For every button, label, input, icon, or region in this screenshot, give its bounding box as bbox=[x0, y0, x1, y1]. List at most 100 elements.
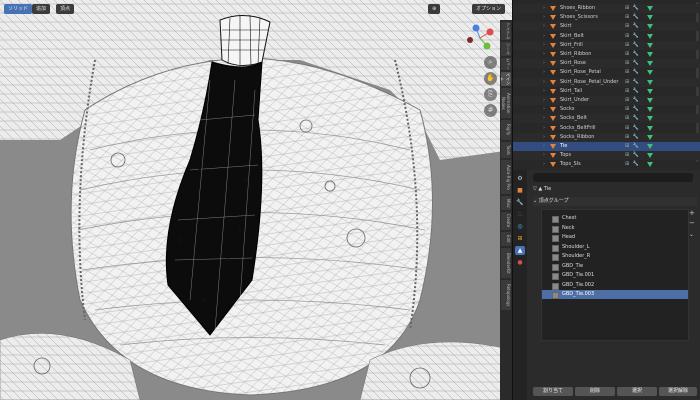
outliner-row[interactable]: › Socks ⊞ 🔧 bbox=[513, 105, 700, 114]
vertex-menu-button[interactable]: 頂点 bbox=[56, 4, 75, 14]
modifier-icon: ⊞ 🔧 bbox=[625, 69, 641, 76]
outliner-row[interactable]: › Tops ⊞ 🔧 bbox=[513, 151, 700, 161]
vertex-group-row[interactable]: Shoulder_L bbox=[542, 243, 688, 252]
vertex-group-row[interactable]: GBD_Tie.001 bbox=[542, 271, 688, 280]
mesh-object-icon bbox=[550, 33, 556, 39]
outliner-row[interactable]: › Skirt_Rose_Petal_Under ⊞ 🔧 bbox=[513, 77, 700, 87]
expand-icon[interactable]: › bbox=[543, 133, 545, 142]
expand-icon[interactable]: › bbox=[543, 13, 545, 22]
outliner-row[interactable]: › Skirt_Frill ⊞ 🔧 bbox=[513, 40, 700, 50]
vertex-group-list[interactable]: Chest Neck Head Shoulder_L Shoulder_R GBD_Tie… bbox=[541, 209, 689, 341]
3d-viewport[interactable]: ソリッド 追加 頂点 ⊕ オプション ⌕ ✋ ⎘ # アイテム ツール ビュー … bbox=[0, 0, 512, 400]
expand-icon[interactable]: › bbox=[543, 59, 545, 68]
expand-icon[interactable]: › bbox=[543, 87, 545, 96]
mesh-object-icon bbox=[550, 107, 556, 113]
vertex-group-row[interactable]: GBD_Tie.003 bbox=[542, 290, 688, 299]
expand-icon[interactable]: › bbox=[543, 151, 545, 160]
outliner-row[interactable]: › Socks_Belt ⊞ 🔧 bbox=[513, 114, 700, 124]
options-button[interactable]: オプション bbox=[472, 4, 506, 14]
tab-item[interactable]: アイテム bbox=[501, 22, 511, 40]
outliner-item-label: Skirt_Rose_Petal bbox=[560, 69, 601, 76]
expand-icon[interactable]: › bbox=[543, 68, 545, 77]
vertex-group-row[interactable]: Head bbox=[542, 233, 688, 242]
modifier-icon[interactable]: 🔧 bbox=[515, 198, 525, 207]
outliner-item-label: Tops bbox=[560, 152, 572, 159]
outliner-row[interactable]: › Skirt_Tail ⊞ 🔧 bbox=[513, 87, 700, 96]
outliner-row[interactable]: › Skirt_Under ⊞ 🔧 bbox=[513, 96, 700, 105]
tab-create[interactable]: Create bbox=[501, 212, 511, 230]
expand-icon[interactable]: › bbox=[543, 41, 545, 50]
mesh-object-icon bbox=[550, 98, 556, 103]
expand-icon[interactable]: › bbox=[543, 78, 545, 87]
expand-icon[interactable]: › bbox=[543, 50, 545, 59]
add-menu-button[interactable]: 追加 bbox=[32, 4, 51, 14]
select-button[interactable]: 選択 bbox=[617, 387, 657, 396]
navigation-gizmo[interactable] bbox=[462, 22, 498, 54]
object-icon[interactable]: ■ bbox=[515, 186, 525, 195]
xray-toggle-button[interactable]: ⊕ bbox=[428, 4, 441, 14]
zoom-icon[interactable]: ⌕ bbox=[484, 56, 497, 69]
tab-auto-rig-pro[interactable]: Auto-Rig Pro bbox=[501, 160, 511, 194]
vertex-group-row[interactable]: Neck bbox=[542, 224, 688, 233]
tab-tools[interactable]: Tools bbox=[501, 142, 511, 158]
expand-icon[interactable]: › bbox=[543, 160, 545, 169]
outliner-row[interactable]: › Tie ⊞ 🔧 bbox=[513, 142, 700, 151]
outliner-panel[interactable]: › Shoes_Ribbon ⊞ 🔧 › Shoes_Scissors ⊞ 🔧 › Skirt… bbox=[512, 0, 700, 170]
expand-icon[interactable]: › bbox=[543, 142, 545, 151]
vertex-group-row[interactable]: Chest bbox=[542, 214, 688, 223]
outliner-row[interactable]: › Tops_Sls ⊞ 🔧 bbox=[513, 160, 700, 169]
tool-icon[interactable]: ⚙ bbox=[515, 174, 525, 183]
camera-icon[interactable]: ⎘ bbox=[484, 88, 497, 101]
material-icon[interactable]: ● bbox=[515, 258, 525, 267]
expand-icon[interactable]: › bbox=[543, 4, 545, 13]
vertex-group-row[interactable]: Shoulder_R bbox=[542, 252, 688, 261]
n-panel-tabs: アイテム ツール ビュー ペイント Animation Nodes Rigify… bbox=[500, 20, 512, 400]
outliner-row[interactable]: › Socks_BeltFrill ⊞ 🔧 bbox=[513, 124, 700, 133]
constraints-icon[interactable]: ⊞ bbox=[515, 234, 525, 243]
solid-mode-button[interactable]: ソリッド bbox=[4, 4, 33, 14]
chevron-down-icon[interactable]: ⌄ bbox=[689, 231, 694, 238]
tab-tool[interactable]: ツール bbox=[501, 42, 511, 56]
vertex-group-row[interactable]: GBD_Tie.002 bbox=[542, 281, 688, 290]
expand-icon[interactable]: › bbox=[543, 32, 545, 41]
vertex-data-icon bbox=[647, 88, 653, 94]
grid-icon[interactable]: # bbox=[484, 104, 497, 117]
outliner-row[interactable]: › Skirt_Rose_Petal ⊞ 🔧 bbox=[513, 68, 700, 77]
tab-blenderkit[interactable]: BlenderKit bbox=[501, 248, 511, 278]
vertex-group-row[interactable]: GBD_Tie bbox=[542, 262, 688, 271]
particles-icon[interactable]: ∴ bbox=[515, 210, 525, 219]
expand-icon[interactable]: › bbox=[543, 124, 545, 133]
outliner-row[interactable]: › Shoes_Scissors ⊞ 🔧 bbox=[513, 13, 700, 22]
mesh-scene[interactable] bbox=[0, 0, 512, 400]
assign-button[interactable]: 割り当て bbox=[533, 387, 573, 396]
outliner-item-label: Skirt_Ribbon bbox=[560, 51, 592, 57]
add-icon[interactable]: + bbox=[689, 209, 695, 217]
outliner-row[interactable]: › Skirt_Rose ⊞ 🔧 bbox=[513, 59, 700, 69]
outliner-row[interactable]: › Socks_Ribbon ⊞ 🔧 bbox=[513, 132, 700, 142]
properties-search-input[interactable] bbox=[533, 173, 693, 182]
deselect-button[interactable]: 選択解除 bbox=[659, 387, 697, 396]
tab-paint[interactable]: ペイント bbox=[501, 72, 511, 86]
vertex-data-icon bbox=[647, 70, 653, 76]
outliner-row[interactable]: › Shoes_Ribbon ⊞ 🔧 bbox=[513, 4, 700, 13]
hand-icon[interactable]: ✋ bbox=[484, 72, 497, 85]
mesh-data-icon[interactable]: ▲ bbox=[515, 246, 525, 255]
tab-retopology[interactable]: Retopology bbox=[501, 280, 511, 310]
vertex-groups-header[interactable]: ⌄ 頂点グループ bbox=[533, 197, 697, 206]
expand-icon[interactable]: › bbox=[543, 114, 545, 123]
outliner-row[interactable]: › Skirt_Ribbon ⊞ 🔧 bbox=[513, 50, 700, 59]
tab-edit[interactable]: Edit bbox=[501, 232, 511, 246]
remove-button[interactable]: 削除 bbox=[575, 387, 615, 396]
expand-icon[interactable]: › bbox=[543, 105, 545, 114]
outliner-row[interactable]: › Skirt ⊞ 🔧 bbox=[513, 22, 700, 32]
tab-view[interactable]: ビュー bbox=[501, 58, 511, 70]
expand-icon[interactable]: › bbox=[543, 96, 545, 105]
outliner-row[interactable]: › Skirt_Belt ⊞ 🔧 bbox=[513, 32, 700, 41]
remove-icon[interactable]: − bbox=[689, 219, 695, 227]
physics-icon[interactable]: ◎ bbox=[515, 222, 525, 231]
tab-misc[interactable]: Misc bbox=[501, 196, 511, 210]
tab-animation-nodes[interactable]: Animation Nodes bbox=[501, 88, 511, 118]
expand-icon[interactable]: › bbox=[543, 22, 545, 31]
vertex-data-icon bbox=[647, 6, 653, 11]
tab-rigify[interactable]: Rigify bbox=[501, 120, 511, 140]
